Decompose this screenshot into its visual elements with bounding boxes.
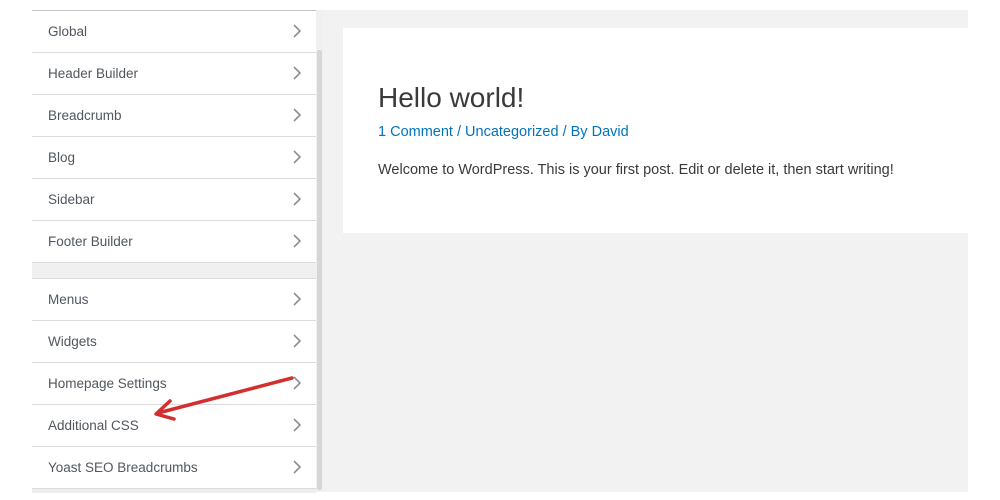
- comments-link[interactable]: 1 Comment: [378, 124, 453, 140]
- sidebar-item-header-builder[interactable]: Header Builder: [32, 53, 316, 95]
- sidebar-item-label: Yoast SEO Breadcrumbs: [48, 460, 198, 475]
- scrollbar-thumb[interactable]: [317, 50, 322, 490]
- sidebar-item-label: Additional CSS: [48, 418, 139, 433]
- sidebar-item-label: Sidebar: [48, 192, 95, 207]
- sidebar-item-widgets[interactable]: Widgets: [32, 321, 316, 363]
- sidebar-item-global[interactable]: Global: [32, 11, 316, 53]
- chevron-right-icon: [293, 460, 302, 474]
- post-card: Hello world! 1 Comment / Uncategorized /…: [343, 28, 968, 233]
- chevron-right-icon: [293, 334, 302, 348]
- sidebar-item-menus[interactable]: Menus: [32, 279, 316, 321]
- meta-byline: / By: [558, 124, 592, 140]
- sidebar-item-homepage-settings[interactable]: Homepage Settings: [32, 363, 316, 405]
- post-meta: 1 Comment / Uncategorized / By David: [378, 124, 629, 140]
- sidebar-group-site: Menus Widgets Homepage Settings Addition…: [32, 279, 316, 489]
- meta-separator: /: [452, 124, 466, 140]
- sidebar-item-footer-builder[interactable]: Footer Builder: [32, 221, 316, 263]
- sidebar-item-label: Global: [48, 24, 88, 39]
- author-link[interactable]: David: [592, 124, 629, 140]
- sidebar-item-breadcrumb[interactable]: Breadcrumb: [32, 95, 316, 137]
- chevron-right-icon: [293, 192, 302, 206]
- category-link[interactable]: Uncategorized: [465, 124, 559, 140]
- sidebar-item-label: Widgets: [48, 334, 97, 349]
- chevron-right-icon: [293, 234, 302, 248]
- sidebar-group-divider: [32, 263, 316, 279]
- sidebar-item-label: Menus: [48, 292, 89, 307]
- chevron-right-icon: [293, 376, 302, 390]
- customizer-screen: Global Header Builder Breadcrumb Blog Si…: [0, 0, 1000, 500]
- chevron-right-icon: [293, 150, 302, 164]
- sidebar-item-label: Footer Builder: [48, 234, 133, 249]
- chevron-right-icon: [293, 66, 302, 80]
- sidebar-item-label: Homepage Settings: [48, 376, 167, 391]
- sidebar-item-label: Header Builder: [48, 66, 139, 81]
- chevron-right-icon: [293, 108, 302, 122]
- sidebar-item-yoast-seo-breadcrumbs[interactable]: Yoast SEO Breadcrumbs: [32, 447, 316, 489]
- sidebar-item-additional-css[interactable]: Additional CSS: [32, 405, 316, 447]
- customizer-sidebar: Global Header Builder Breadcrumb Blog Si…: [32, 10, 316, 493]
- sidebar-item-label: Breadcrumb: [48, 108, 122, 123]
- sidebar-item-blog[interactable]: Blog: [32, 137, 316, 179]
- post-title[interactable]: Hello world!: [378, 82, 524, 114]
- sidebar-scrollbar[interactable]: [316, 10, 323, 492]
- sidebar-item-sidebar[interactable]: Sidebar: [32, 179, 316, 221]
- sidebar-group-theme: Global Header Builder Breadcrumb Blog Si…: [32, 11, 316, 263]
- sidebar-item-label: Blog: [48, 150, 76, 165]
- post-excerpt: Welcome to WordPress. This is your first…: [378, 162, 894, 178]
- site-preview: Hello world! 1 Comment / Uncategorized /…: [323, 10, 968, 492]
- chevron-right-icon: [293, 24, 302, 38]
- chevron-right-icon: [293, 418, 302, 432]
- chevron-right-icon: [293, 292, 302, 306]
